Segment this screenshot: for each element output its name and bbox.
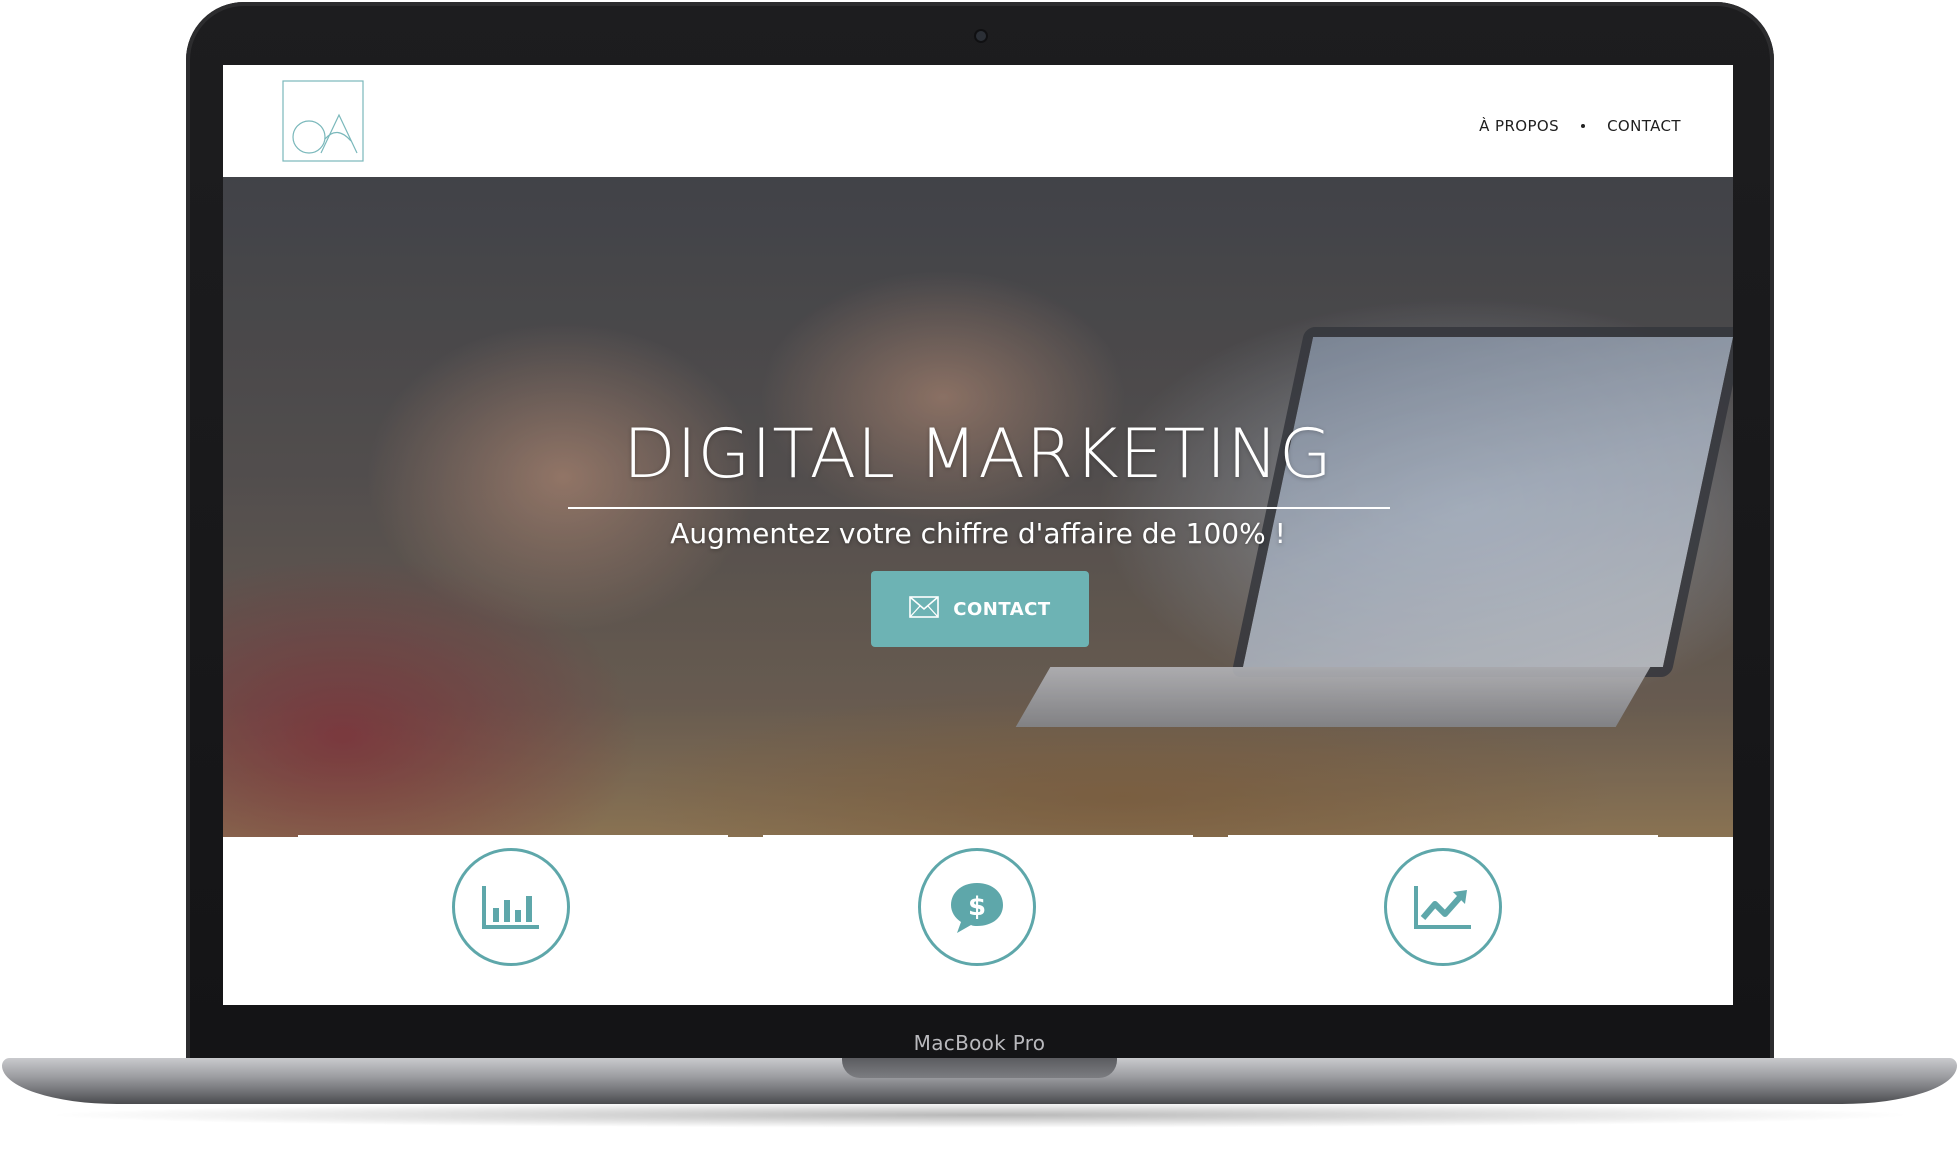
device-label: MacBook Pro — [913, 1031, 1046, 1055]
mockup-stage: À PROPOS CONTACT DIGITAL MARKETING Augme… — [0, 0, 1959, 1158]
laptop-shadow — [40, 1102, 1920, 1128]
trend-up-icon[interactable] — [1384, 848, 1502, 966]
contact-cta-label: CONTACT — [953, 598, 1051, 620]
website-screen: À PROPOS CONTACT DIGITAL MARKETING Augme… — [223, 65, 1733, 1005]
hero-subtitle: Augmentez votre chiffre d'affaire de 100… — [670, 517, 1286, 550]
nav-link-contact[interactable]: CONTACT — [1607, 117, 1681, 135]
nav-separator — [1581, 124, 1586, 128]
laptop-notch — [842, 1058, 1117, 1078]
site-header: À PROPOS CONTACT — [223, 65, 1733, 177]
hero-title: DIGITAL MARKETING — [623, 415, 1333, 494]
hero-section: DIGITAL MARKETING Augmentez votre chiffr… — [223, 177, 1733, 837]
bar-chart-icon[interactable] — [452, 848, 570, 966]
svg-text:$: $ — [968, 892, 986, 922]
brand-logo-icon[interactable] — [281, 79, 365, 163]
envelope-icon — [909, 595, 940, 623]
hero-divider — [568, 507, 1390, 509]
dollar-chat-icon[interactable]: $ — [918, 848, 1036, 966]
webcam-icon — [976, 31, 986, 41]
main-nav: À PROPOS CONTACT — [1479, 117, 1681, 135]
contact-cta-button[interactable]: CONTACT — [871, 571, 1089, 647]
nav-link-about[interactable]: À PROPOS — [1479, 117, 1559, 135]
